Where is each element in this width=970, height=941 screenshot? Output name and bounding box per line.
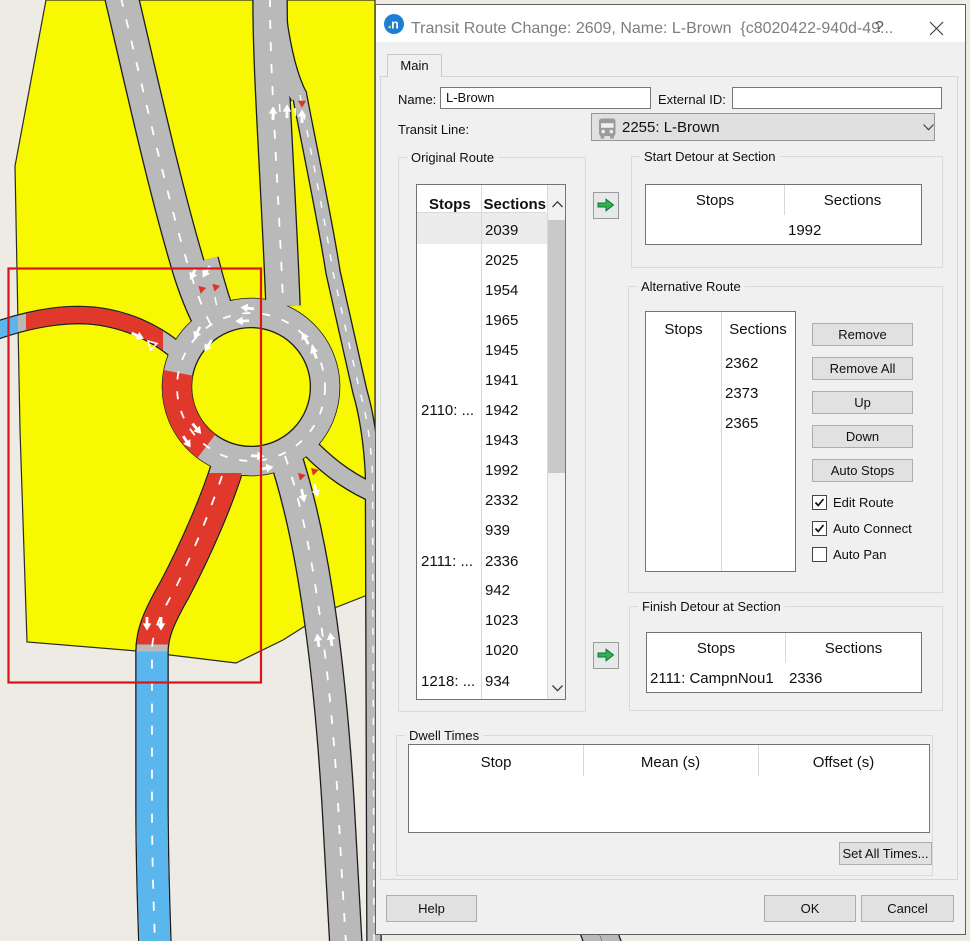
- svg-text:n: n: [391, 18, 399, 32]
